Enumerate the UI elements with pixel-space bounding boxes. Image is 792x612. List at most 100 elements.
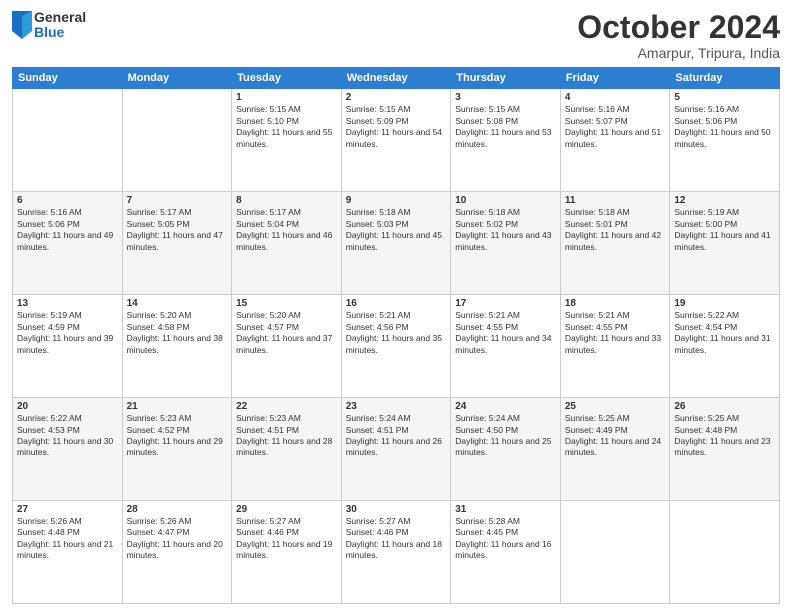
table-cell [670, 501, 780, 604]
day-number: 31 [455, 504, 556, 515]
logo-general: General [34, 10, 86, 25]
day-number: 27 [17, 504, 118, 515]
month-title: October 2024 [577, 10, 780, 45]
table-cell: 18Sunrise: 5:21 AM Sunset: 4:55 PM Dayli… [560, 295, 670, 398]
header-row: Sunday Monday Tuesday Wednesday Thursday… [13, 68, 780, 89]
table-cell: 9Sunrise: 5:18 AM Sunset: 5:03 PM Daylig… [341, 192, 451, 295]
day-number: 14 [127, 298, 228, 309]
day-number: 10 [455, 195, 556, 206]
day-number: 15 [236, 298, 337, 309]
day-number: 26 [674, 401, 775, 412]
table-cell: 3Sunrise: 5:15 AM Sunset: 5:08 PM Daylig… [451, 89, 561, 192]
day-info: Sunrise: 5:24 AM Sunset: 4:50 PM Dayligh… [455, 413, 556, 459]
col-sunday: Sunday [13, 68, 123, 89]
day-number: 12 [674, 195, 775, 206]
day-info: Sunrise: 5:18 AM Sunset: 5:02 PM Dayligh… [455, 207, 556, 253]
table-cell: 29Sunrise: 5:27 AM Sunset: 4:46 PM Dayli… [232, 501, 342, 604]
day-info: Sunrise: 5:19 AM Sunset: 4:59 PM Dayligh… [17, 310, 118, 356]
table-cell: 13Sunrise: 5:19 AM Sunset: 4:59 PM Dayli… [13, 295, 123, 398]
day-number: 8 [236, 195, 337, 206]
table-cell: 31Sunrise: 5:28 AM Sunset: 4:45 PM Dayli… [451, 501, 561, 604]
calendar-table: Sunday Monday Tuesday Wednesday Thursday… [12, 67, 780, 604]
table-cell: 25Sunrise: 5:25 AM Sunset: 4:49 PM Dayli… [560, 398, 670, 501]
day-number: 25 [565, 401, 666, 412]
table-cell: 24Sunrise: 5:24 AM Sunset: 4:50 PM Dayli… [451, 398, 561, 501]
day-number: 4 [565, 92, 666, 103]
day-number: 13 [17, 298, 118, 309]
day-number: 28 [127, 504, 228, 515]
day-info: Sunrise: 5:15 AM Sunset: 5:10 PM Dayligh… [236, 104, 337, 150]
day-number: 3 [455, 92, 556, 103]
table-cell: 20Sunrise: 5:22 AM Sunset: 4:53 PM Dayli… [13, 398, 123, 501]
day-info: Sunrise: 5:26 AM Sunset: 4:47 PM Dayligh… [127, 516, 228, 562]
col-saturday: Saturday [670, 68, 780, 89]
day-number: 30 [346, 504, 447, 515]
day-info: Sunrise: 5:26 AM Sunset: 4:48 PM Dayligh… [17, 516, 118, 562]
day-info: Sunrise: 5:23 AM Sunset: 4:52 PM Dayligh… [127, 413, 228, 459]
day-number: 23 [346, 401, 447, 412]
location: Amarpur, Tripura, India [577, 45, 780, 61]
day-info: Sunrise: 5:21 AM Sunset: 4:55 PM Dayligh… [455, 310, 556, 356]
col-monday: Monday [122, 68, 232, 89]
table-cell: 22Sunrise: 5:23 AM Sunset: 4:51 PM Dayli… [232, 398, 342, 501]
table-cell: 27Sunrise: 5:26 AM Sunset: 4:48 PM Dayli… [13, 501, 123, 604]
table-cell: 14Sunrise: 5:20 AM Sunset: 4:58 PM Dayli… [122, 295, 232, 398]
table-cell [13, 89, 123, 192]
table-cell: 28Sunrise: 5:26 AM Sunset: 4:47 PM Dayli… [122, 501, 232, 604]
day-info: Sunrise: 5:27 AM Sunset: 4:46 PM Dayligh… [346, 516, 447, 562]
day-number: 16 [346, 298, 447, 309]
col-friday: Friday [560, 68, 670, 89]
day-number: 6 [17, 195, 118, 206]
day-info: Sunrise: 5:22 AM Sunset: 4:53 PM Dayligh… [17, 413, 118, 459]
table-cell: 23Sunrise: 5:24 AM Sunset: 4:51 PM Dayli… [341, 398, 451, 501]
day-info: Sunrise: 5:25 AM Sunset: 4:48 PM Dayligh… [674, 413, 775, 459]
table-cell: 21Sunrise: 5:23 AM Sunset: 4:52 PM Dayli… [122, 398, 232, 501]
table-cell: 8Sunrise: 5:17 AM Sunset: 5:04 PM Daylig… [232, 192, 342, 295]
day-number: 11 [565, 195, 666, 206]
day-number: 1 [236, 92, 337, 103]
col-thursday: Thursday [451, 68, 561, 89]
day-info: Sunrise: 5:16 AM Sunset: 5:07 PM Dayligh… [565, 104, 666, 150]
logo-icon [12, 11, 32, 39]
day-info: Sunrise: 5:17 AM Sunset: 5:04 PM Dayligh… [236, 207, 337, 253]
day-info: Sunrise: 5:19 AM Sunset: 5:00 PM Dayligh… [674, 207, 775, 253]
day-info: Sunrise: 5:18 AM Sunset: 5:01 PM Dayligh… [565, 207, 666, 253]
table-cell: 16Sunrise: 5:21 AM Sunset: 4:56 PM Dayli… [341, 295, 451, 398]
day-info: Sunrise: 5:27 AM Sunset: 4:46 PM Dayligh… [236, 516, 337, 562]
day-info: Sunrise: 5:18 AM Sunset: 5:03 PM Dayligh… [346, 207, 447, 253]
logo-text: General Blue [34, 10, 86, 41]
col-wednesday: Wednesday [341, 68, 451, 89]
day-info: Sunrise: 5:20 AM Sunset: 4:57 PM Dayligh… [236, 310, 337, 356]
day-info: Sunrise: 5:15 AM Sunset: 5:08 PM Dayligh… [455, 104, 556, 150]
day-info: Sunrise: 5:16 AM Sunset: 5:06 PM Dayligh… [17, 207, 118, 253]
header: General Blue October 2024 Amarpur, Tripu… [12, 10, 780, 61]
table-cell: 15Sunrise: 5:20 AM Sunset: 4:57 PM Dayli… [232, 295, 342, 398]
table-cell: 26Sunrise: 5:25 AM Sunset: 4:48 PM Dayli… [670, 398, 780, 501]
col-tuesday: Tuesday [232, 68, 342, 89]
day-info: Sunrise: 5:17 AM Sunset: 5:05 PM Dayligh… [127, 207, 228, 253]
day-info: Sunrise: 5:20 AM Sunset: 4:58 PM Dayligh… [127, 310, 228, 356]
table-cell: 5Sunrise: 5:16 AM Sunset: 5:06 PM Daylig… [670, 89, 780, 192]
table-cell: 12Sunrise: 5:19 AM Sunset: 5:00 PM Dayli… [670, 192, 780, 295]
day-number: 24 [455, 401, 556, 412]
day-info: Sunrise: 5:28 AM Sunset: 4:45 PM Dayligh… [455, 516, 556, 562]
table-cell: 11Sunrise: 5:18 AM Sunset: 5:01 PM Dayli… [560, 192, 670, 295]
table-cell: 30Sunrise: 5:27 AM Sunset: 4:46 PM Dayli… [341, 501, 451, 604]
day-info: Sunrise: 5:21 AM Sunset: 4:55 PM Dayligh… [565, 310, 666, 356]
day-number: 20 [17, 401, 118, 412]
day-number: 21 [127, 401, 228, 412]
day-info: Sunrise: 5:15 AM Sunset: 5:09 PM Dayligh… [346, 104, 447, 150]
day-number: 29 [236, 504, 337, 515]
table-cell: 17Sunrise: 5:21 AM Sunset: 4:55 PM Dayli… [451, 295, 561, 398]
table-cell [122, 89, 232, 192]
day-info: Sunrise: 5:22 AM Sunset: 4:54 PM Dayligh… [674, 310, 775, 356]
day-number: 18 [565, 298, 666, 309]
page: General Blue October 2024 Amarpur, Tripu… [0, 0, 792, 612]
day-number: 9 [346, 195, 447, 206]
title-block: October 2024 Amarpur, Tripura, India [577, 10, 780, 61]
table-cell: 2Sunrise: 5:15 AM Sunset: 5:09 PM Daylig… [341, 89, 451, 192]
table-cell: 6Sunrise: 5:16 AM Sunset: 5:06 PM Daylig… [13, 192, 123, 295]
table-cell: 1Sunrise: 5:15 AM Sunset: 5:10 PM Daylig… [232, 89, 342, 192]
table-cell [560, 501, 670, 604]
day-info: Sunrise: 5:21 AM Sunset: 4:56 PM Dayligh… [346, 310, 447, 356]
